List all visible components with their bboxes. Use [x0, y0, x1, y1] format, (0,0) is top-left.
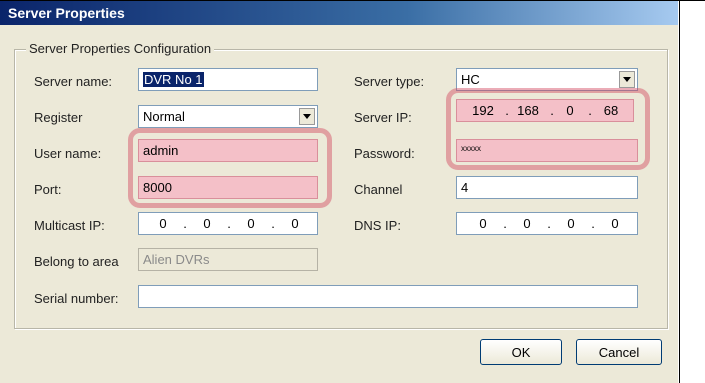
channel-label: Channel	[354, 182, 403, 197]
server-type-dropdown-button[interactable]	[619, 71, 635, 88]
dialog-title: Server Properties	[8, 5, 125, 21]
server-type-label: Server type:	[354, 74, 425, 89]
ok-button[interactable]: OK	[480, 339, 562, 365]
register-select[interactable]: Normal	[138, 105, 318, 128]
channel-input[interactable]: 4	[456, 176, 638, 199]
channel-value: 4	[461, 180, 469, 195]
dns-ip-octet-4: 0	[611, 216, 619, 231]
group-title: Server Properties Configuration	[26, 41, 215, 56]
multicast-ip-octet-1: 0	[159, 216, 167, 231]
frame-border-right	[679, 0, 680, 383]
dns-ip-octet-3: 0	[567, 216, 575, 231]
port-label: Port:	[34, 182, 62, 197]
dns-ip-octet-2: 0	[523, 216, 531, 231]
multicast-ip-input[interactable]: 0 . 0 . 0 . 0	[138, 212, 318, 235]
ip-dot: .	[271, 216, 275, 231]
register-label: Register	[34, 110, 83, 125]
server-type-value: HC	[461, 72, 480, 87]
server-name-value: DVR No 1	[143, 72, 204, 87]
ip-dot: .	[503, 216, 507, 231]
dns-ip-input[interactable]: 0 . 0 . 0 . 0	[456, 212, 638, 235]
title-bar: Server Properties	[0, 1, 678, 25]
ip-dot: .	[183, 216, 187, 231]
multicast-ip-octet-4: 0	[291, 216, 299, 231]
register-dropdown-button[interactable]	[299, 108, 315, 125]
dns-ip-octet-1: 0	[479, 216, 487, 231]
chevron-down-icon	[303, 114, 311, 119]
belong-to-area-input: Alien DVRs	[138, 248, 318, 271]
password-label: Password:	[354, 146, 415, 161]
multicast-ip-octet-2: 0	[203, 216, 211, 231]
dns-ip-label: DNS IP:	[354, 218, 401, 233]
belong-to-area-label: Belong to area	[34, 254, 119, 269]
chevron-down-icon	[623, 77, 631, 82]
cancel-button[interactable]: Cancel	[576, 339, 662, 365]
belong-to-area-value: Alien DVRs	[143, 252, 210, 267]
multicast-ip-label: Multicast IP:	[34, 218, 105, 233]
server-name-label: Server name:	[34, 74, 113, 89]
user-name-label: User name:	[34, 146, 102, 161]
ip-dot: .	[547, 216, 551, 231]
serial-number-input[interactable]	[138, 285, 638, 308]
serial-number-label: Serial number:	[34, 291, 119, 306]
ip-dot: .	[227, 216, 231, 231]
multicast-ip-octet-3: 0	[247, 216, 255, 231]
ip-dot: .	[591, 216, 595, 231]
server-name-input[interactable]: DVR No 1	[138, 68, 318, 91]
server-properties-dialog: Server Properties Server Properties Conf…	[0, 1, 678, 383]
server-ip-label: Server IP:	[354, 110, 412, 125]
register-value: Normal	[143, 109, 185, 124]
credentials-highlight	[128, 128, 332, 208]
server-ip-password-highlight	[446, 88, 650, 170]
